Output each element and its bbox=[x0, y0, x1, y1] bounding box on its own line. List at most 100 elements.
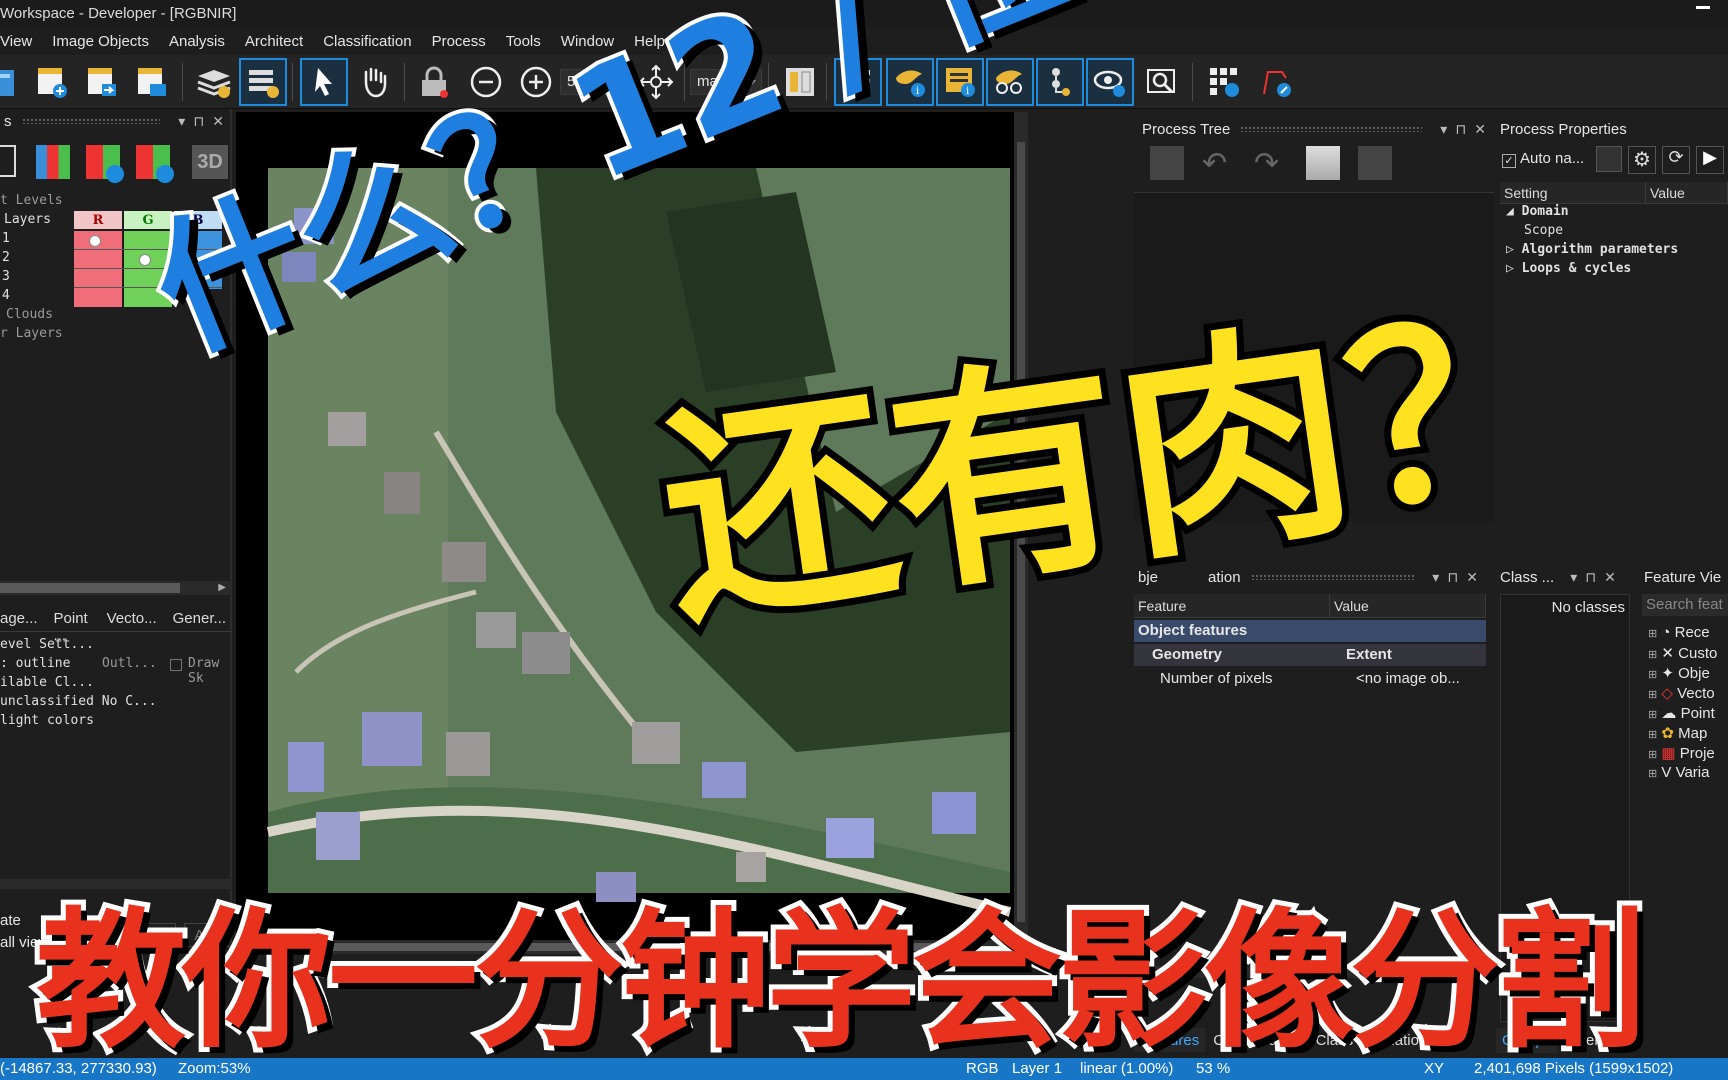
number-of-pixels-row[interactable]: Number of pixels <no image ob... bbox=[1134, 668, 1486, 690]
left-horizontal-scrollbar[interactable]: ▶ bbox=[0, 581, 232, 595]
tab-inheritance[interactable]: Inherit... bbox=[1559, 1028, 1625, 1053]
mix-layers-icon[interactable] bbox=[36, 145, 70, 179]
zoom-in-icon[interactable] bbox=[512, 58, 560, 106]
menu-architect[interactable]: Architect bbox=[245, 33, 303, 50]
left-lower-scrollbar[interactable] bbox=[0, 879, 232, 889]
object-info-pin-icon[interactable]: ⊓ bbox=[1447, 569, 1458, 586]
layers-icon[interactable] bbox=[190, 58, 238, 106]
domain-row[interactable]: ◢ Domain bbox=[1506, 204, 1569, 219]
menu-classification[interactable]: Classification bbox=[323, 33, 411, 50]
green-channel-column[interactable] bbox=[124, 231, 172, 307]
menu-image-objects[interactable]: Image Objects bbox=[52, 33, 149, 50]
menu-tools[interactable]: Tools bbox=[506, 33, 541, 50]
execute-play-icon[interactable]: ▶ bbox=[1696, 146, 1724, 174]
class-hierarchy-icon[interactable] bbox=[986, 58, 1034, 106]
process-list-icon[interactable] bbox=[1150, 146, 1184, 180]
object-info-scrollbar[interactable] bbox=[1134, 966, 1486, 978]
process-tree-pin-icon[interactable]: ⊓ bbox=[1455, 121, 1466, 138]
auto-name-checkbox[interactable]: ✓ bbox=[1502, 154, 1516, 168]
view-settings-icon[interactable] bbox=[1086, 58, 1134, 106]
save-rules-icon[interactable] bbox=[1358, 146, 1392, 180]
algorithm-parameters-row[interactable]: ▷ Algorithm parameters bbox=[1506, 242, 1678, 257]
feature-item-variables[interactable]: ⊞ V Varia bbox=[1648, 764, 1728, 784]
feature-search-input[interactable]: Search feat bbox=[1642, 594, 1728, 616]
tab-image[interactable]: age... bbox=[0, 606, 44, 631]
loops-cycles-row[interactable]: ▷ Loops & cycles bbox=[1506, 261, 1631, 276]
minimize-button[interactable] bbox=[1696, 6, 1710, 9]
menu-help[interactable]: Help bbox=[634, 33, 665, 50]
tab-classification[interactable]: Classification bbox=[1207, 1028, 1307, 1052]
feature-info-icon[interactable]: i bbox=[936, 58, 984, 106]
menu-window[interactable]: Window bbox=[561, 33, 614, 50]
feature-item-recent[interactable]: ⊞ ◔ Rece bbox=[1648, 624, 1728, 644]
zoom-out-icon[interactable] bbox=[462, 58, 510, 106]
blue-channel-column[interactable] bbox=[174, 231, 222, 289]
object-info-dropdown-icon[interactable]: ▾ bbox=[1432, 569, 1439, 586]
tab-point[interactable]: Point ... bbox=[48, 606, 97, 644]
image-vertical-scrollbar[interactable] bbox=[1014, 112, 1028, 954]
green-selection-marker[interactable] bbox=[139, 254, 151, 266]
hierarchy-tree-icon[interactable] bbox=[1036, 58, 1084, 106]
add-layer-icon[interactable] bbox=[136, 145, 174, 183]
class-list[interactable]: No classes bbox=[1500, 594, 1630, 1022]
geometry-row[interactable]: Geometry Extent bbox=[1134, 644, 1486, 666]
pan-hand-icon[interactable] bbox=[350, 58, 398, 106]
object-features-row[interactable]: Object features bbox=[1134, 620, 1486, 642]
feature-item-point[interactable]: ⊞ ☁ Point bbox=[1648, 704, 1728, 724]
color-swatch[interactable] bbox=[1596, 146, 1622, 172]
pan-move-icon[interactable] bbox=[632, 58, 680, 106]
tab-vector[interactable]: Vecto... bbox=[101, 606, 163, 631]
grid-settings-icon[interactable] bbox=[1200, 58, 1248, 106]
object-info-close-icon[interactable]: ✕ bbox=[1466, 569, 1478, 586]
tab-features[interactable]: Features bbox=[1134, 1028, 1206, 1052]
zoom-select[interactable]: 53.44% bbox=[560, 69, 628, 95]
class-close-icon[interactable]: ✕ bbox=[1604, 569, 1616, 586]
class-pin-icon[interactable]: ⊓ bbox=[1585, 569, 1596, 586]
3d-view-button[interactable]: 3D bbox=[192, 145, 228, 179]
settings-gear-icon[interactable]: ⚙ bbox=[1628, 146, 1656, 174]
undo-icon[interactable]: ↶ bbox=[1202, 146, 1236, 180]
menu-view[interactable]: View bbox=[0, 33, 32, 50]
new-project-icon[interactable] bbox=[28, 58, 76, 106]
process-tree-icon[interactable] bbox=[834, 58, 882, 106]
tab-groups[interactable]: Groups bbox=[1496, 1028, 1558, 1053]
close-icon[interactable]: ✕ bbox=[212, 113, 224, 130]
layer-view-icon[interactable] bbox=[239, 58, 287, 106]
process-tree-close-icon[interactable]: ✕ bbox=[1474, 121, 1486, 138]
discard-button[interactable]: Discard bbox=[114, 923, 176, 947]
menu-analysis[interactable]: Analysis bbox=[169, 33, 225, 50]
image-object-info-icon[interactable]: i bbox=[886, 58, 934, 106]
tab-general[interactable]: Gener... bbox=[167, 606, 232, 631]
single-view-icon[interactable] bbox=[0, 145, 16, 177]
feature-item-customized[interactable]: ⊞ ✕ Custo bbox=[1648, 644, 1728, 664]
scope-row[interactable]: Scope bbox=[1524, 223, 1563, 238]
feature-item-object[interactable]: ⊞ ✦ Obje bbox=[1648, 664, 1728, 684]
pin-icon[interactable]: ⊓ bbox=[193, 113, 204, 130]
outline-value[interactable]: Outl... bbox=[102, 656, 157, 671]
inspect-icon[interactable] bbox=[1138, 58, 1186, 106]
load-rules-icon[interactable] bbox=[1306, 146, 1340, 180]
process-tree-area[interactable] bbox=[1134, 192, 1494, 522]
class-dropdown-icon[interactable]: ▾ bbox=[1570, 569, 1577, 586]
red-selection-marker[interactable] bbox=[89, 235, 101, 247]
split-view-icon[interactable] bbox=[776, 58, 824, 106]
pointer-icon[interactable] bbox=[300, 58, 348, 106]
feature-item-project[interactable]: ⊞ ▦ Proje bbox=[1648, 744, 1728, 764]
edit-vector-icon[interactable] bbox=[1252, 58, 1300, 106]
refresh-gear-icon[interactable]: ⟳ bbox=[1662, 146, 1690, 174]
apply-button[interactable]: Apply bbox=[184, 923, 242, 947]
draw-checkbox[interactable] bbox=[170, 659, 182, 671]
process-tree-dropdown-icon[interactable]: ▾ bbox=[1440, 121, 1447, 138]
image-horizontal-scrollbar[interactable] bbox=[236, 940, 1022, 954]
image-view[interactable] bbox=[236, 112, 1022, 954]
tab-main[interactable]: Mai bbox=[1144, 482, 1167, 498]
remove-layer-icon[interactable] bbox=[86, 145, 124, 183]
import-icon[interactable] bbox=[78, 58, 126, 106]
menu-process[interactable]: Process bbox=[432, 33, 486, 50]
zoom-area-icon[interactable] bbox=[410, 58, 458, 106]
feature-item-map[interactable]: ⊞ ✿ Map bbox=[1648, 724, 1728, 744]
tab-class-evaluation[interactable]: Class Evaluation bbox=[1310, 1028, 1434, 1052]
open-workspace-icon[interactable] bbox=[0, 58, 28, 106]
redo-icon[interactable]: ↷ bbox=[1254, 146, 1288, 180]
open-folder-icon[interactable] bbox=[128, 58, 176, 106]
